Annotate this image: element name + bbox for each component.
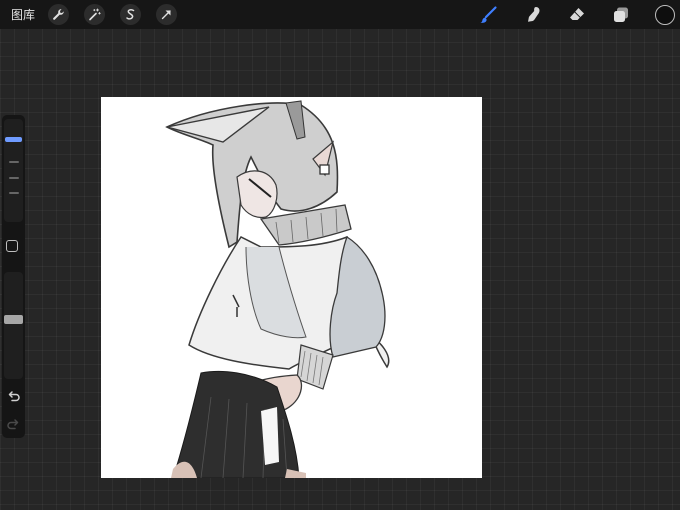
layers-icon (614, 7, 628, 22)
brush-tool-button[interactable] (476, 3, 500, 27)
left-sidebar (2, 115, 25, 438)
selection-button[interactable] (120, 4, 141, 25)
brush-size-thumb[interactable] (5, 137, 22, 142)
eraser-icon (570, 8, 584, 20)
transform-arrow-icon (161, 10, 171, 20)
smudge-tool-button[interactable] (521, 3, 545, 27)
eraser-tool-button[interactable] (565, 3, 589, 27)
gallery-button[interactable]: 图库 (11, 6, 35, 23)
color-picker-button[interactable] (655, 5, 675, 25)
wrench-icon (53, 9, 64, 20)
layers-button[interactable] (609, 3, 633, 27)
opacity-thumb[interactable] (4, 315, 23, 324)
top-toolbar: 图库 (0, 0, 680, 29)
size-tick (9, 161, 19, 163)
modify-button[interactable] (6, 240, 18, 252)
drawing-canvas[interactable] (101, 97, 482, 478)
adjustments-button[interactable] (84, 4, 105, 25)
undo-icon[interactable] (6, 390, 21, 404)
artwork-illustration (165, 100, 390, 478)
brush-icon (480, 6, 497, 23)
size-tick (9, 177, 19, 179)
opacity-slider[interactable] (4, 272, 23, 379)
actions-button[interactable] (48, 4, 69, 25)
size-tick (9, 192, 19, 194)
redo-icon[interactable] (6, 418, 21, 432)
magic-wand-icon (89, 8, 101, 21)
smudge-icon (528, 7, 540, 22)
selection-icon (126, 9, 135, 20)
brush-size-slider[interactable] (4, 119, 23, 222)
transform-button[interactable] (156, 4, 177, 25)
